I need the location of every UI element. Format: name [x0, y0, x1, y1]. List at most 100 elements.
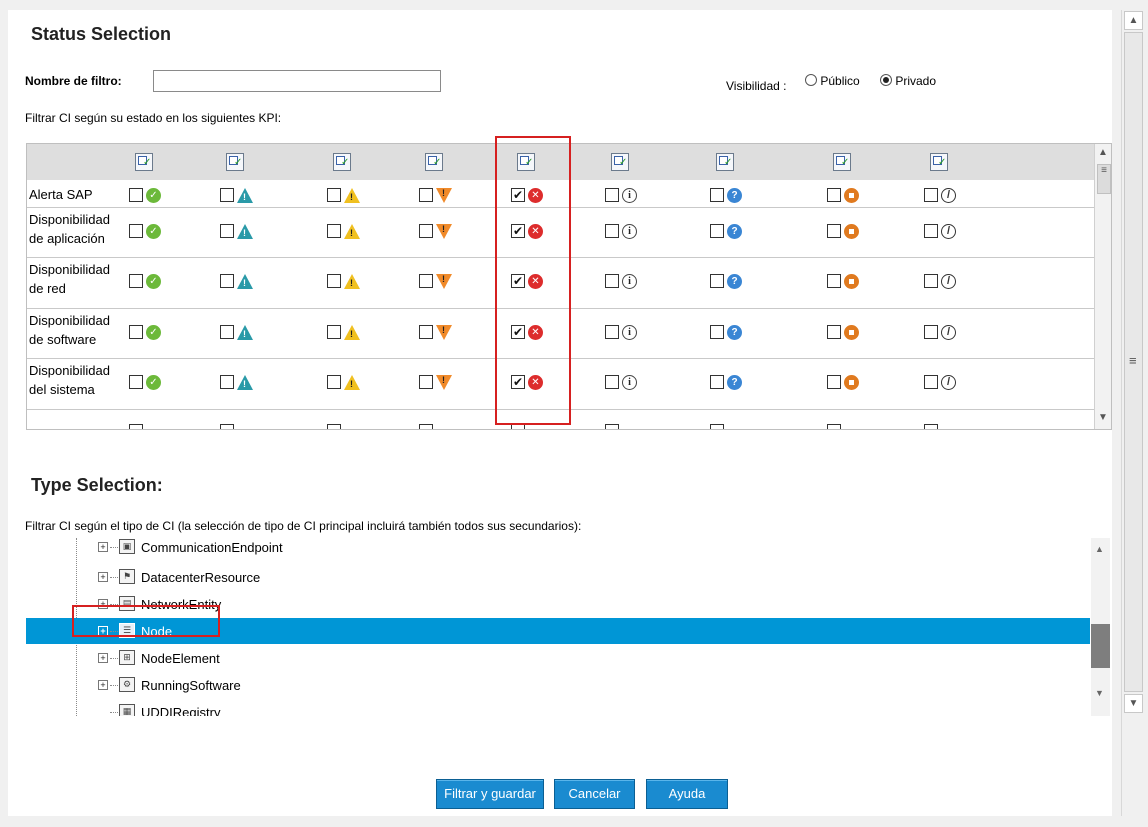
status-checkbox[interactable] [327, 224, 341, 238]
status-checkbox[interactable] [605, 188, 619, 202]
status-checkbox[interactable] [327, 188, 341, 202]
kpi-scroll-thumb[interactable]: ≡ [1097, 164, 1111, 194]
status-checkbox[interactable] [605, 325, 619, 339]
select-column-icon[interactable] [425, 153, 443, 171]
status-checkbox[interactable] [220, 375, 234, 389]
info-icon: i [622, 374, 637, 390]
status-checkbox[interactable] [220, 424, 234, 429]
scroll-down-icon[interactable]: ▼ [1098, 412, 1108, 423]
cancel-button[interactable]: Cancelar [554, 779, 635, 809]
kpi-status-cell [827, 222, 859, 240]
status-checkbox[interactable] [924, 424, 938, 429]
tree-item-label: CommunicationEndpoint [141, 539, 283, 555]
radio-publico-circle[interactable] [805, 74, 817, 86]
status-checkbox[interactable] [419, 188, 433, 202]
status-checkbox[interactable] [827, 224, 841, 238]
status-checkbox[interactable] [129, 424, 143, 429]
kpi-status-cell: / [924, 186, 956, 204]
status-checkbox[interactable] [827, 325, 841, 339]
page-scroll-up-icon[interactable]: ▲ [1124, 11, 1143, 30]
page-scrollbar[interactable]: ▲ ≡ ▼ [1121, 10, 1145, 816]
status-checkbox[interactable] [710, 274, 724, 288]
status-checkbox[interactable] [924, 224, 938, 238]
status-checkbox[interactable] [129, 375, 143, 389]
status-checkbox[interactable] [710, 325, 724, 339]
status-checkbox[interactable] [827, 375, 841, 389]
status-selection-title: Status Selection [31, 24, 172, 44]
status-checkbox[interactable] [327, 375, 341, 389]
status-checkbox[interactable] [129, 325, 143, 339]
status-checkbox[interactable] [605, 424, 619, 429]
ok-icon: ✓ [146, 273, 161, 289]
status-checkbox[interactable] [220, 325, 234, 339]
filter-save-button[interactable]: Filtrar y guardar [436, 779, 544, 809]
status-checkbox[interactable] [129, 224, 143, 238]
status-checkbox[interactable] [605, 224, 619, 238]
warning-teal-icon: ! [237, 324, 253, 340]
status-checkbox[interactable] [924, 188, 938, 202]
status-checkbox[interactable] [710, 188, 724, 202]
kpi-status-cell: i [605, 373, 637, 391]
warning-teal-icon: ! [237, 187, 253, 203]
page-scroll-thumb[interactable]: ≡ [1124, 32, 1143, 692]
expand-icon[interactable]: + [98, 680, 108, 690]
tree-item[interactable]: + ⚑ DatacenterResource [26, 564, 1090, 590]
kpi-status-cell [827, 373, 859, 391]
expand-icon[interactable]: + [98, 572, 108, 582]
status-checkbox[interactable] [129, 188, 143, 202]
status-checkbox[interactable] [327, 325, 341, 339]
expand-icon[interactable]: + [98, 653, 108, 663]
tree-scroll-up-icon[interactable]: ▲ [1095, 544, 1104, 554]
select-column-icon[interactable] [135, 153, 153, 171]
status-checkbox[interactable] [419, 274, 433, 288]
status-checkbox[interactable] [419, 224, 433, 238]
radio-publico[interactable]: Público [805, 74, 860, 88]
select-column-icon[interactable] [226, 153, 244, 171]
tree-scrollbar[interactable]: ▲ ▼ [1091, 538, 1110, 716]
select-column-icon[interactable] [930, 153, 948, 171]
status-checkbox[interactable] [419, 424, 433, 429]
tree-item[interactable]: ▦ UDDIRegistry [26, 699, 1090, 716]
tree-item[interactable]: + ⊞ NodeElement [26, 645, 1090, 671]
status-checkbox[interactable] [419, 325, 433, 339]
status-checkbox[interactable] [419, 375, 433, 389]
select-column-icon[interactable] [716, 153, 734, 171]
status-checkbox[interactable] [924, 325, 938, 339]
status-checkbox[interactable] [220, 274, 234, 288]
status-checkbox[interactable] [220, 188, 234, 202]
radio-privado[interactable]: Privado [880, 74, 936, 88]
tree-item[interactable]: + ▣ CommunicationEndpoint [26, 538, 1090, 560]
status-checkbox[interactable] [710, 224, 724, 238]
kpi-table-scrollbar[interactable]: ▲ ≡ ▼ [1094, 144, 1111, 429]
status-checkbox[interactable] [827, 188, 841, 202]
status-checkbox[interactable] [924, 375, 938, 389]
select-column-icon[interactable] [333, 153, 351, 171]
status-checkbox[interactable] [327, 274, 341, 288]
tree-scroll-thumb[interactable] [1091, 624, 1110, 668]
expand-icon[interactable]: + [98, 542, 108, 552]
radio-privado-circle[interactable] [880, 74, 892, 86]
major-orange-icon: ! [436, 374, 452, 390]
status-checkbox[interactable] [827, 274, 841, 288]
status-checkbox[interactable] [605, 375, 619, 389]
help-button[interactable]: Ayuda [646, 779, 728, 809]
select-column-icon[interactable] [833, 153, 851, 171]
status-checkbox[interactable] [710, 424, 724, 429]
tree-connector [110, 685, 118, 686]
kpi-status-cell: ! [327, 373, 360, 391]
tree-item[interactable]: + ⚙ RunningSoftware [26, 672, 1090, 698]
filter-name-input[interactable] [153, 70, 441, 92]
status-checkbox[interactable] [605, 274, 619, 288]
status-checkbox[interactable] [220, 224, 234, 238]
status-checkbox[interactable] [129, 274, 143, 288]
select-column-icon[interactable] [611, 153, 629, 171]
status-checkbox[interactable] [327, 424, 341, 429]
ok-icon: ✓ [146, 223, 161, 239]
status-checkbox[interactable] [710, 375, 724, 389]
stop-icon [844, 187, 859, 203]
tree-scroll-down-icon[interactable]: ▼ [1095, 688, 1104, 698]
status-checkbox[interactable] [924, 274, 938, 288]
page-scroll-down-icon[interactable]: ▼ [1124, 694, 1143, 713]
status-checkbox[interactable] [827, 424, 841, 429]
scroll-up-icon[interactable]: ▲ [1098, 147, 1108, 158]
